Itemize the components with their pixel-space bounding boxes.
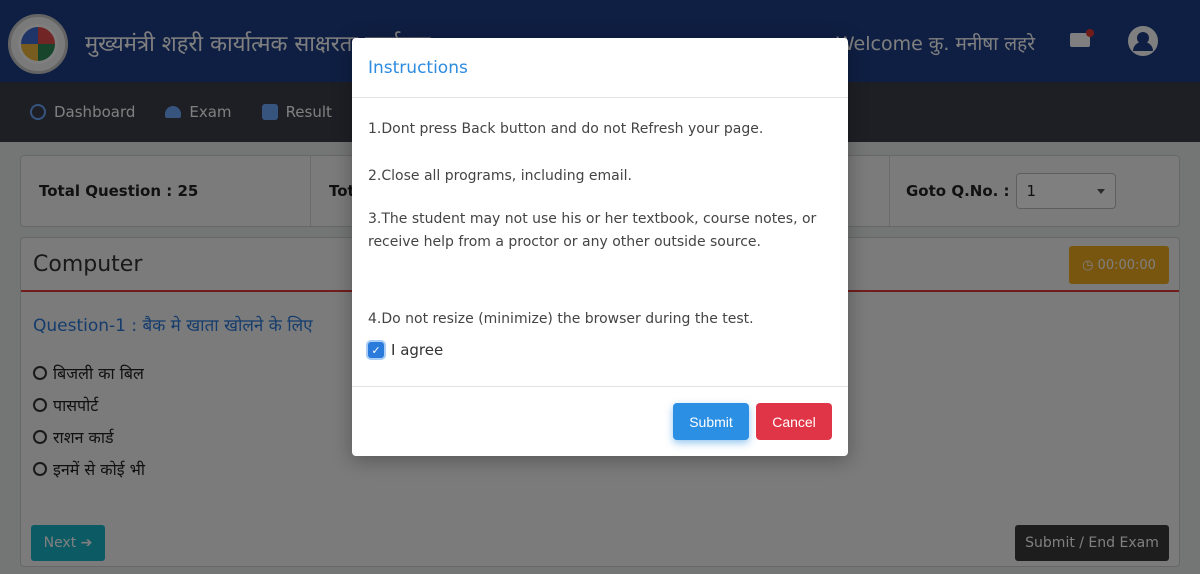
check-icon[interactable]: ✓ [368,342,384,358]
modal-footer: Submit Cancel [352,386,848,456]
instruction-4: 4.Do not resize (minimize) the browser d… [368,311,754,327]
cancel-button[interactable]: Cancel [756,403,832,440]
instruction-2: 2.Close all programs, including email. [368,168,632,184]
instruction-1: 1.Dont press Back button and do not Refr… [368,121,764,137]
instruction-3: 3.The student may not use his or her tex… [368,211,817,250]
modal-title: Instructions [352,38,848,98]
agree-checkbox-row[interactable]: ✓ I agree [368,341,443,359]
submit-button[interactable]: Submit [673,403,749,440]
agree-label: I agree [391,341,444,359]
instructions-modal: Instructions 1.Dont press Back button an… [352,38,848,456]
